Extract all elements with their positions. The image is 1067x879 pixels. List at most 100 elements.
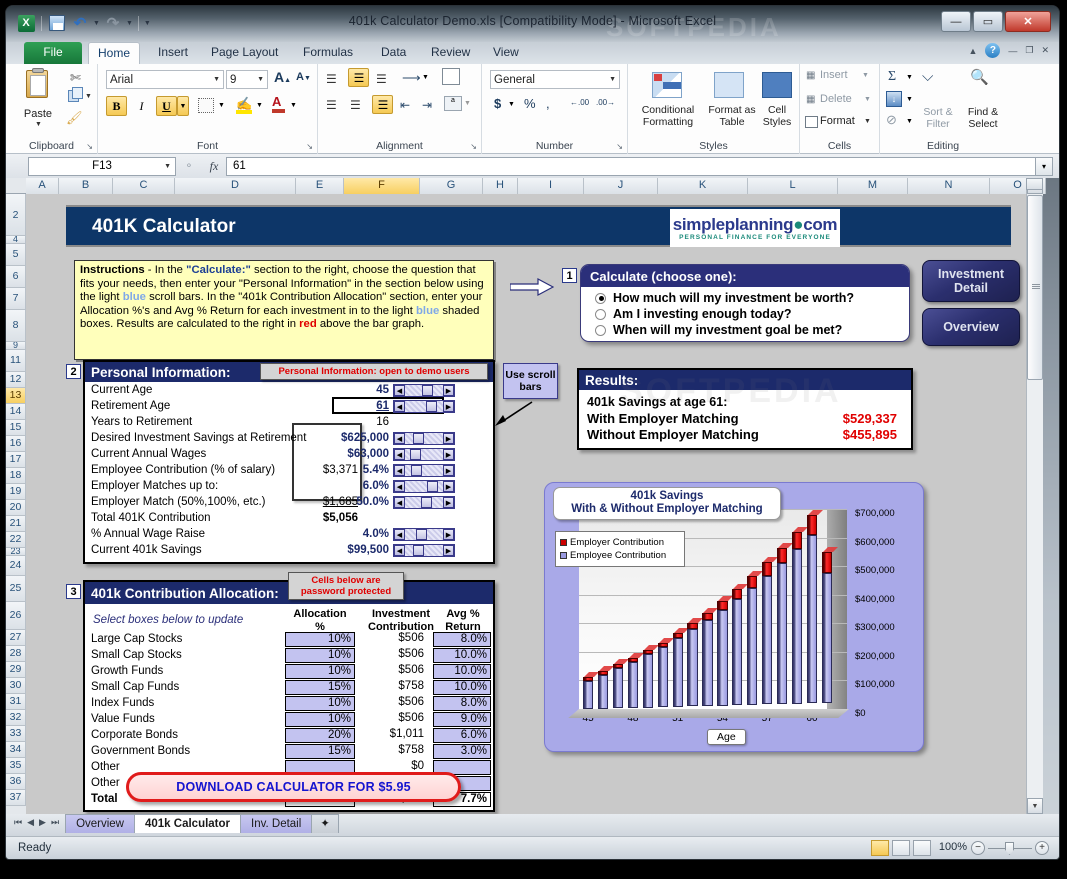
row-header-32[interactable]: 32 [6,710,26,726]
allocation-percent-cell[interactable]: 10% [285,696,355,711]
format-as-table-label[interactable]: Format as Table [706,104,758,128]
spinner-left-arrow[interactable]: ◀ [394,481,405,492]
row-header-6[interactable]: 6 [6,266,26,288]
delete-dropdown-icon[interactable]: ▼ [864,96,871,103]
avg-return-cell[interactable]: 9.0% [433,712,491,727]
radio-option-goal-met[interactable]: When will my investment goal be met? [595,322,909,338]
insert-dropdown-icon[interactable]: ▼ [862,72,869,79]
radio-icon[interactable] [595,324,606,336]
spinner-annual-raise[interactable]: ◀ ▶ [393,528,455,541]
close-button[interactable]: ✕ [1005,11,1051,32]
row-header-37[interactable]: 37 [6,790,26,806]
spinner-retirement-age[interactable]: ◀ ▶ [393,400,455,413]
sheet-tab-inv-detail[interactable]: Inv. Detail [240,814,313,833]
borders-dropdown-icon[interactable]: ▼ [218,102,225,109]
font-name-dropdown-icon[interactable]: ▼ [213,76,220,83]
spinner-left-arrow[interactable]: ◀ [394,433,405,444]
help-icon[interactable]: ? [985,43,1001,58]
row-header-5[interactable]: 5 [6,244,26,266]
tab-review[interactable]: Review [422,42,479,64]
spinner-employer-match-rate[interactable]: ◀ ▶ [393,496,455,509]
collapse-ribbon-icon[interactable]: ▲ [968,46,977,56]
restore-ribbon-icon[interactable]: ❐ [1025,45,1033,56]
format-as-table-icon[interactable] [714,72,744,98]
paste-icon[interactable] [20,68,54,106]
format-painter-icon[interactable]: 🖌 [66,110,83,126]
split-box[interactable] [1026,178,1043,190]
number-format-select[interactable]: General ▼ [490,70,620,89]
alignment-dialog-launcher[interactable]: ↘ [470,142,477,151]
row-header-30[interactable]: 30 [6,678,26,694]
autosum-dropdown-icon[interactable]: ▼ [906,74,913,81]
sheet-tab-401k-calculator[interactable]: 401k Calculator [134,814,242,833]
allocation-percent-cell[interactable]: 20% [285,728,355,743]
conditional-formatting-label[interactable]: Conditional Formatting [630,104,706,128]
column-header-D[interactable]: D [175,178,296,194]
row-header-2[interactable]: 2 [6,194,26,236]
underline-dropdown-icon[interactable]: ▼ [177,96,189,116]
spinner-left-arrow[interactable]: ◀ [394,385,405,396]
fill-dropdown-icon[interactable]: ▼ [906,96,913,103]
row-header-33[interactable]: 33 [6,726,26,742]
formula-input[interactable]: 61 [226,156,1035,176]
column-header-M[interactable]: M [838,178,908,194]
row-header-27[interactable]: 27 [6,630,26,646]
avg-return-cell[interactable]: 6.0% [433,728,491,743]
align-top-icon[interactable]: ☰ [326,72,337,86]
underline-button[interactable]: U [156,96,177,116]
delete-label[interactable]: Delete [820,93,852,105]
spinner-right-arrow[interactable]: ▶ [443,449,454,460]
orientation-dropdown-icon[interactable]: ▼ [422,74,429,81]
row-header-26[interactable]: 26 [6,602,26,630]
vertical-scrollbar[interactable]: ▲ ▼ [1026,178,1043,814]
paste-dropdown-icon[interactable]: ▼ [35,121,42,128]
tab-home[interactable]: Home [88,42,141,64]
tab-file[interactable]: File [24,42,82,64]
accounting-dropdown-icon[interactable]: ▼ [508,101,515,108]
avg-return-cell[interactable]: 10.0% [433,680,491,695]
radio-icon-selected[interactable] [595,292,606,304]
row-header-8[interactable]: 8 [6,310,26,342]
row-header-21[interactable]: 21 [6,516,26,532]
spinner-right-arrow[interactable]: ▶ [443,481,454,492]
row-header-7[interactable]: 7 [6,288,26,310]
align-center-icon[interactable]: ☰ [350,98,361,112]
spinner-right-arrow[interactable]: ▶ [443,545,454,556]
row-header-20[interactable]: 20 [6,500,26,516]
normal-view-button[interactable] [871,840,889,856]
bold-button[interactable]: B [106,96,127,116]
tab-view[interactable]: View [484,42,528,64]
shrink-font-icon[interactable]: A▼ [296,71,311,83]
accounting-format-icon[interactable]: $ [494,96,501,111]
spinner-right-arrow[interactable]: ▶ [443,401,454,412]
row-header-17[interactable]: 17 [6,452,26,468]
decrease-decimal-icon[interactable]: .00→ [596,98,615,107]
allocation-percent-cell[interactable]: 10% [285,664,355,679]
align-middle-icon[interactable]: ☰ [348,68,369,87]
comma-format-icon[interactable]: , [546,96,550,111]
fill-color-dropdown-icon[interactable]: ▼ [256,102,263,109]
align-left-icon[interactable]: ☰ [326,98,337,112]
avg-return-cell[interactable]: 8.0% [433,696,491,711]
row-header-15[interactable]: 15 [6,420,26,436]
worksheet-canvas[interactable]: 401K Calculator simpleplanning●com PERSO… [26,194,1026,814]
autosum-icon[interactable]: Σ [888,69,896,85]
ribbon-tab-strip[interactable]: File Home Insert Page Layout Formulas Da… [6,42,1059,64]
orientation-icon[interactable]: ⟶ [402,70,421,86]
prev-sheet-icon[interactable]: ◀ [27,817,34,828]
sort-filter-icon[interactable]: ⌵ [922,68,933,85]
row-header-14[interactable]: 14 [6,404,26,420]
align-bottom-icon[interactable]: ☰ [376,72,387,86]
spinner-left-arrow[interactable]: ◀ [394,465,405,476]
grow-font-icon[interactable]: A▲ [274,69,291,85]
font-color-icon[interactable]: A [272,94,285,113]
spinner-right-arrow[interactable]: ▶ [443,465,454,476]
allocation-percent-cell[interactable]: 10% [285,712,355,727]
column-header-L[interactable]: L [748,178,838,194]
column-header-I[interactable]: I [518,178,584,194]
column-header-G[interactable]: G [420,178,483,194]
tab-page-layout[interactable]: Page Layout [202,42,287,64]
column-header-N[interactable]: N [908,178,990,194]
row-header-16[interactable]: 16 [6,436,26,452]
close-document-icon[interactable]: ✕ [1041,45,1049,56]
